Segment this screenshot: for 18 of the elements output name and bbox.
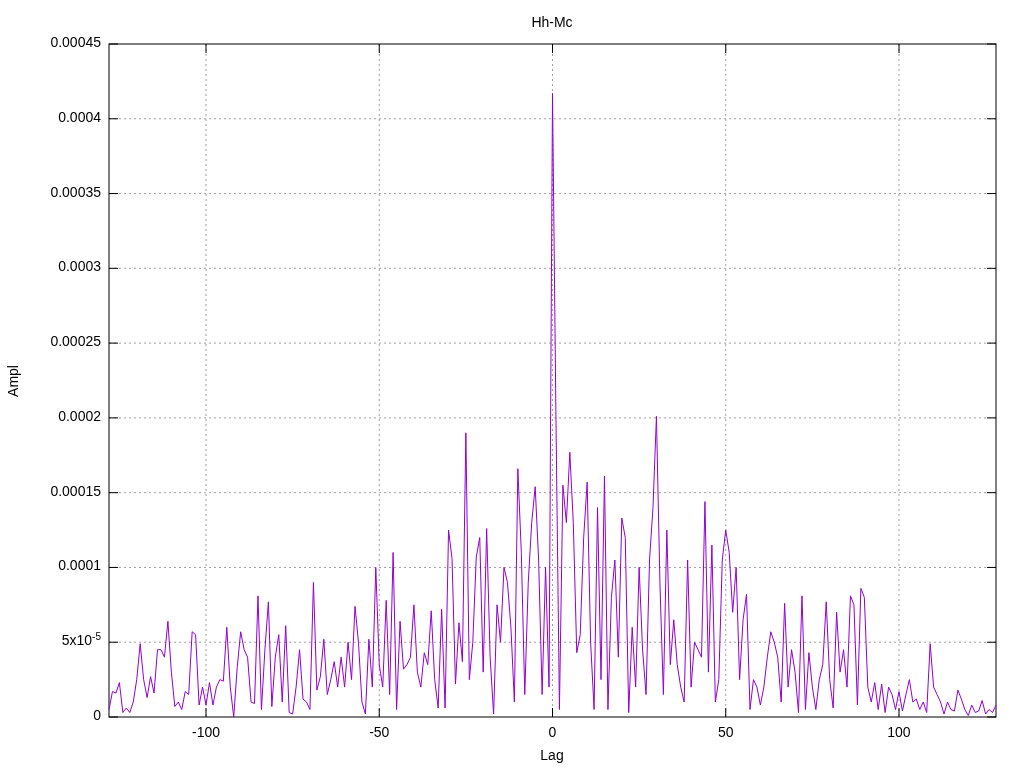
chart-title: Hh-Mc bbox=[531, 14, 573, 30]
y-axis-label: Ampl bbox=[5, 365, 21, 397]
x-tick-label: 100 bbox=[887, 724, 911, 740]
x-tick-label: 50 bbox=[717, 724, 734, 740]
y-tick-label: 0.0002 bbox=[57, 407, 101, 424]
x-tick-label: -100 bbox=[192, 724, 221, 740]
x-tick-label: -50 bbox=[369, 724, 390, 740]
y-tick-label: 0.00015 bbox=[49, 482, 101, 499]
y-tick-label: 0.0003 bbox=[57, 258, 101, 275]
y-tick-label: 5x10$^{-5}$ bbox=[60, 632, 101, 649]
y-tick-label: 0.0001 bbox=[57, 557, 101, 574]
y-tick-label: 0.00035 bbox=[49, 183, 101, 200]
y-tick-label: 0.0004 bbox=[57, 108, 101, 125]
y-tick-label: 0.00045 bbox=[49, 34, 101, 50]
x-tick-label: 0 bbox=[548, 724, 557, 740]
y-tick-label: 0.00025 bbox=[49, 333, 101, 350]
y-tick-label: 0 bbox=[92, 707, 101, 723]
x-axis-label: Lag bbox=[540, 747, 564, 763]
